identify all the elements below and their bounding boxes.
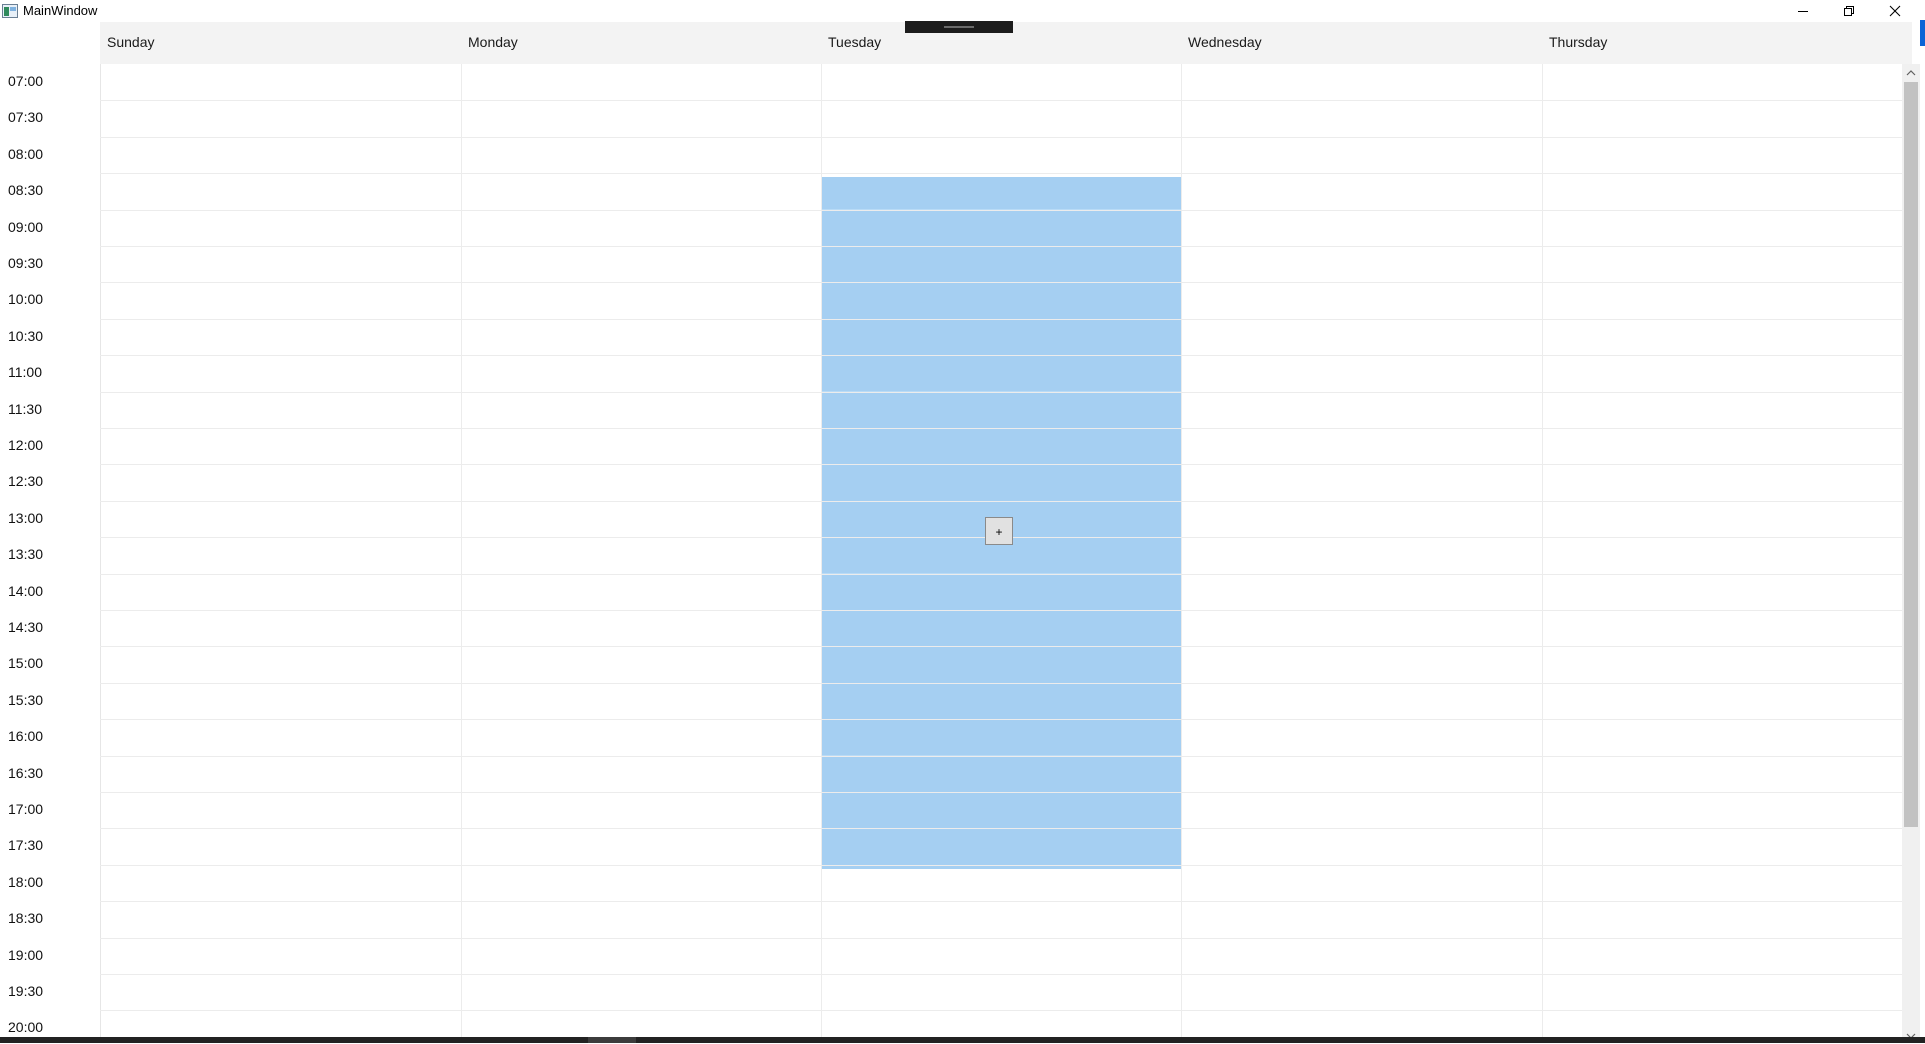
time-label: 16:00 xyxy=(8,728,44,745)
close-icon xyxy=(1889,5,1901,17)
time-label: 14:00 xyxy=(8,582,44,599)
vertical-scrollbar[interactable] xyxy=(1902,64,1920,1043)
time-label: 12:30 xyxy=(8,473,44,490)
time-label: 12:00 xyxy=(8,437,44,453)
chevron-up-icon xyxy=(1906,63,1916,81)
main-window: MainWindow Sunday Monday Tuesday Wednesd… xyxy=(0,0,1925,1043)
row-divider xyxy=(100,646,1902,647)
bottom-edge-mark xyxy=(588,1037,636,1043)
title-bar[interactable]: MainWindow xyxy=(0,0,1925,22)
row-divider xyxy=(100,246,1902,247)
time-label: 08:30 xyxy=(8,182,44,199)
row-divider xyxy=(100,901,1902,902)
column-divider xyxy=(461,64,462,1043)
time-label: 19:00 xyxy=(8,946,44,963)
time-label: 10:30 xyxy=(8,327,44,344)
time-label: 17:30 xyxy=(8,837,44,854)
restore-button[interactable] xyxy=(1826,0,1872,22)
header-corner xyxy=(0,22,100,64)
time-label: 20:00 xyxy=(8,1019,44,1036)
day-header-sunday: Sunday xyxy=(107,34,155,50)
row-divider xyxy=(100,828,1902,829)
row-divider xyxy=(100,974,1902,975)
row-divider xyxy=(100,501,1902,502)
row-divider xyxy=(100,392,1902,393)
schedule-grid[interactable]: 07:00 07:30 08:00 08:30 09:00 09:30 10:00 10:30… xyxy=(0,64,1902,1043)
time-label: 14:30 xyxy=(8,619,44,635)
window-edge-accent xyxy=(1920,20,1925,46)
row-divider xyxy=(100,865,1902,866)
row-divider xyxy=(100,210,1902,211)
scroll-up-button[interactable] xyxy=(1902,64,1920,80)
grip-icon xyxy=(944,26,974,28)
add-event-button[interactable]: + xyxy=(985,517,1013,545)
time-label: 10:00 xyxy=(8,291,44,308)
row-divider xyxy=(100,173,1902,174)
time-label: 15:00 xyxy=(8,655,44,672)
time-label: 16:30 xyxy=(8,764,44,781)
row-divider xyxy=(100,137,1902,138)
time-label: 08:00 xyxy=(8,145,44,162)
day-header-tuesday: Tuesday xyxy=(828,34,882,50)
row-divider xyxy=(100,428,1902,429)
column-divider xyxy=(821,64,822,1043)
row-divider xyxy=(100,719,1902,720)
row-divider xyxy=(100,100,1902,101)
time-label: 07:00 xyxy=(8,73,44,89)
day-header-wednesday: Wednesday xyxy=(1188,34,1262,50)
scrollbar-thumb[interactable] xyxy=(1904,82,1918,827)
time-label: 19:30 xyxy=(8,983,44,999)
time-label: 15:30 xyxy=(8,691,44,708)
column-divider xyxy=(1542,64,1543,1043)
window-app-icon xyxy=(2,4,18,18)
minimize-button[interactable] xyxy=(1780,0,1826,22)
time-label: 09:30 xyxy=(8,255,44,271)
drag-handle[interactable] xyxy=(905,21,1013,33)
minimize-icon xyxy=(1797,5,1809,17)
day-header-monday: Monday xyxy=(468,34,518,50)
row-divider xyxy=(100,355,1902,356)
time-label: 07:30 xyxy=(8,109,44,126)
row-divider xyxy=(100,938,1902,939)
restore-icon xyxy=(1843,5,1855,17)
time-label: 17:00 xyxy=(8,801,44,817)
time-label: 18:30 xyxy=(8,910,44,927)
close-button[interactable] xyxy=(1872,0,1918,22)
time-column: 07:00 07:30 08:00 08:30 09:00 09:30 10:00 10:30… xyxy=(0,64,101,1043)
time-label: 09:00 xyxy=(8,218,44,235)
time-label: 18:00 xyxy=(8,873,44,890)
column-divider xyxy=(1181,64,1182,1043)
time-label: 13:30 xyxy=(8,546,44,563)
row-divider xyxy=(100,464,1902,465)
time-label: 13:00 xyxy=(8,509,44,526)
bottom-edge xyxy=(0,1037,1925,1043)
window-title: MainWindow xyxy=(23,3,98,18)
row-divider xyxy=(100,574,1902,575)
row-divider xyxy=(100,319,1902,320)
row-divider xyxy=(100,792,1902,793)
row-divider xyxy=(100,683,1902,684)
row-divider xyxy=(100,610,1902,611)
time-label: 11:30 xyxy=(8,400,42,417)
time-label: 11:00 xyxy=(8,364,42,381)
row-divider xyxy=(100,282,1902,283)
row-divider xyxy=(100,1010,1902,1011)
day-header-thursday: Thursday xyxy=(1549,34,1608,50)
row-divider xyxy=(100,756,1902,757)
